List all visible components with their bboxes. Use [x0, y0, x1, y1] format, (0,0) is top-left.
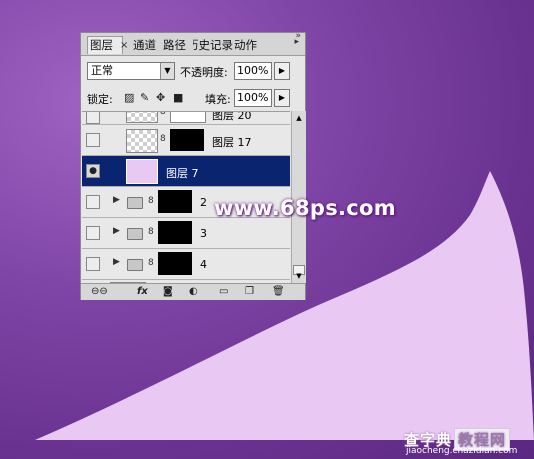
lock-row: 锁定: ▨ ✎ ✥ ■ 填充: 100% ▶	[87, 89, 303, 109]
link-icon: 8	[148, 227, 154, 237]
fill-slider-button[interactable]: ▶	[274, 89, 290, 107]
tab-actions[interactable]: 动作	[232, 37, 264, 54]
visibility-toggle[interactable]	[86, 112, 100, 124]
visibility-toggle[interactable]	[86, 257, 100, 271]
lock-transparent-icon[interactable]: ▨	[124, 91, 134, 104]
watermark-text: www.68ps.com	[214, 196, 396, 220]
folder-icon	[127, 228, 143, 240]
tab-channels[interactable]: 通道	[131, 37, 161, 54]
new-layer-icon[interactable]: ❐	[245, 285, 254, 299]
tab-layers[interactable]: 图层	[87, 36, 123, 54]
group-mask-thumbnail	[158, 221, 192, 244]
panel-tab-bar: 图层 × 通道 路径 历史记录 动作 » ▸	[81, 31, 305, 56]
expand-triangle-icon[interactable]: ▶	[113, 257, 120, 267]
close-icon[interactable]: ×	[120, 40, 128, 51]
group-mask-thumbnail	[158, 252, 192, 275]
link-icon: 8	[160, 111, 166, 117]
link-icon: 8	[148, 258, 154, 268]
mask-icon[interactable]: ◙	[163, 285, 173, 299]
expand-triangle-icon[interactable]: ▶	[113, 195, 120, 205]
tab-history[interactable]: 历史记录	[193, 37, 235, 54]
layer-name: 图层 17	[212, 136, 252, 149]
layers-panel: 图层 × 通道 路径 历史记录 动作 » ▸ 正常 ▼ 不透明度: 100% ▶…	[80, 31, 306, 300]
tab-paths[interactable]: 路径	[161, 37, 193, 54]
folder-icon	[127, 197, 143, 209]
site-url: jiaocheng.chazidian.com	[406, 446, 518, 456]
layer-name: 图层 7	[166, 167, 199, 180]
blend-mode-select[interactable]: 正常 ▼	[87, 62, 175, 80]
visibility-toggle[interactable]	[86, 195, 100, 209]
folder-icon[interactable]: ▭	[219, 285, 228, 299]
panel-menu-icon[interactable]: ▸	[294, 37, 299, 47]
visibility-toggle[interactable]	[86, 226, 100, 240]
group-mask-thumbnail	[158, 190, 192, 213]
opacity-label: 不透明度:	[180, 66, 228, 79]
lock-image-icon[interactable]: ✎	[140, 91, 149, 104]
layer-mask-thumbnail	[170, 112, 206, 123]
layer-thumbnail	[126, 112, 158, 123]
trash-icon[interactable]: 🗑	[272, 285, 285, 299]
layer-name: 2	[200, 196, 207, 209]
scroll-up-icon[interactable]: ▲	[292, 111, 306, 125]
blend-row: 正常 ▼ 不透明度: 100% ▶	[87, 62, 303, 82]
eye-icon[interactable]: ●	[86, 164, 100, 178]
adjustment-icon[interactable]: ◐	[189, 285, 198, 299]
panel-bottom-toolbar: ⊖⊖ fx ◙ ◐ ▭ ❐ 🗑	[81, 283, 305, 300]
fill-input[interactable]: 100%	[234, 89, 272, 107]
opacity-input[interactable]: 100%	[234, 62, 272, 80]
layer-group-row[interactable]: ▶ 8 4	[82, 249, 290, 280]
visibility-toggle[interactable]	[86, 133, 100, 147]
chevron-down-icon: ▼	[160, 63, 174, 79]
layer-mask-thumbnail	[170, 129, 204, 151]
lock-label: 锁定:	[87, 93, 113, 106]
lock-all-icon[interactable]: ■	[173, 91, 183, 104]
layer-group-row[interactable]: ▶ 8 3	[82, 218, 290, 249]
folder-icon	[127, 259, 143, 271]
fx-icon[interactable]: fx	[137, 285, 148, 299]
lock-position-icon[interactable]: ✥	[156, 91, 165, 104]
expand-triangle-icon[interactable]: ▶	[113, 226, 120, 236]
scroll-down-icon[interactable]: ▼	[292, 269, 306, 283]
blend-mode-value: 正常	[91, 64, 113, 77]
layer-name: 3	[200, 227, 207, 240]
layer-row[interactable]: 8 图层 17	[82, 125, 290, 156]
layer-row[interactable]: 8 图层 20	[82, 111, 290, 125]
fill-label: 填充:	[205, 93, 231, 106]
layer-thumbnail	[126, 159, 158, 184]
link-icon[interactable]: ⊖⊖	[91, 285, 108, 299]
layer-thumbnail	[126, 129, 158, 153]
layer-row-selected[interactable]: ● 图层 7	[82, 156, 290, 187]
link-icon: 8	[148, 196, 154, 206]
layer-name: 4	[200, 258, 207, 271]
layer-name: 图层 20	[212, 111, 252, 122]
link-icon: 8	[160, 134, 166, 144]
opacity-slider-button[interactable]: ▶	[274, 62, 290, 80]
